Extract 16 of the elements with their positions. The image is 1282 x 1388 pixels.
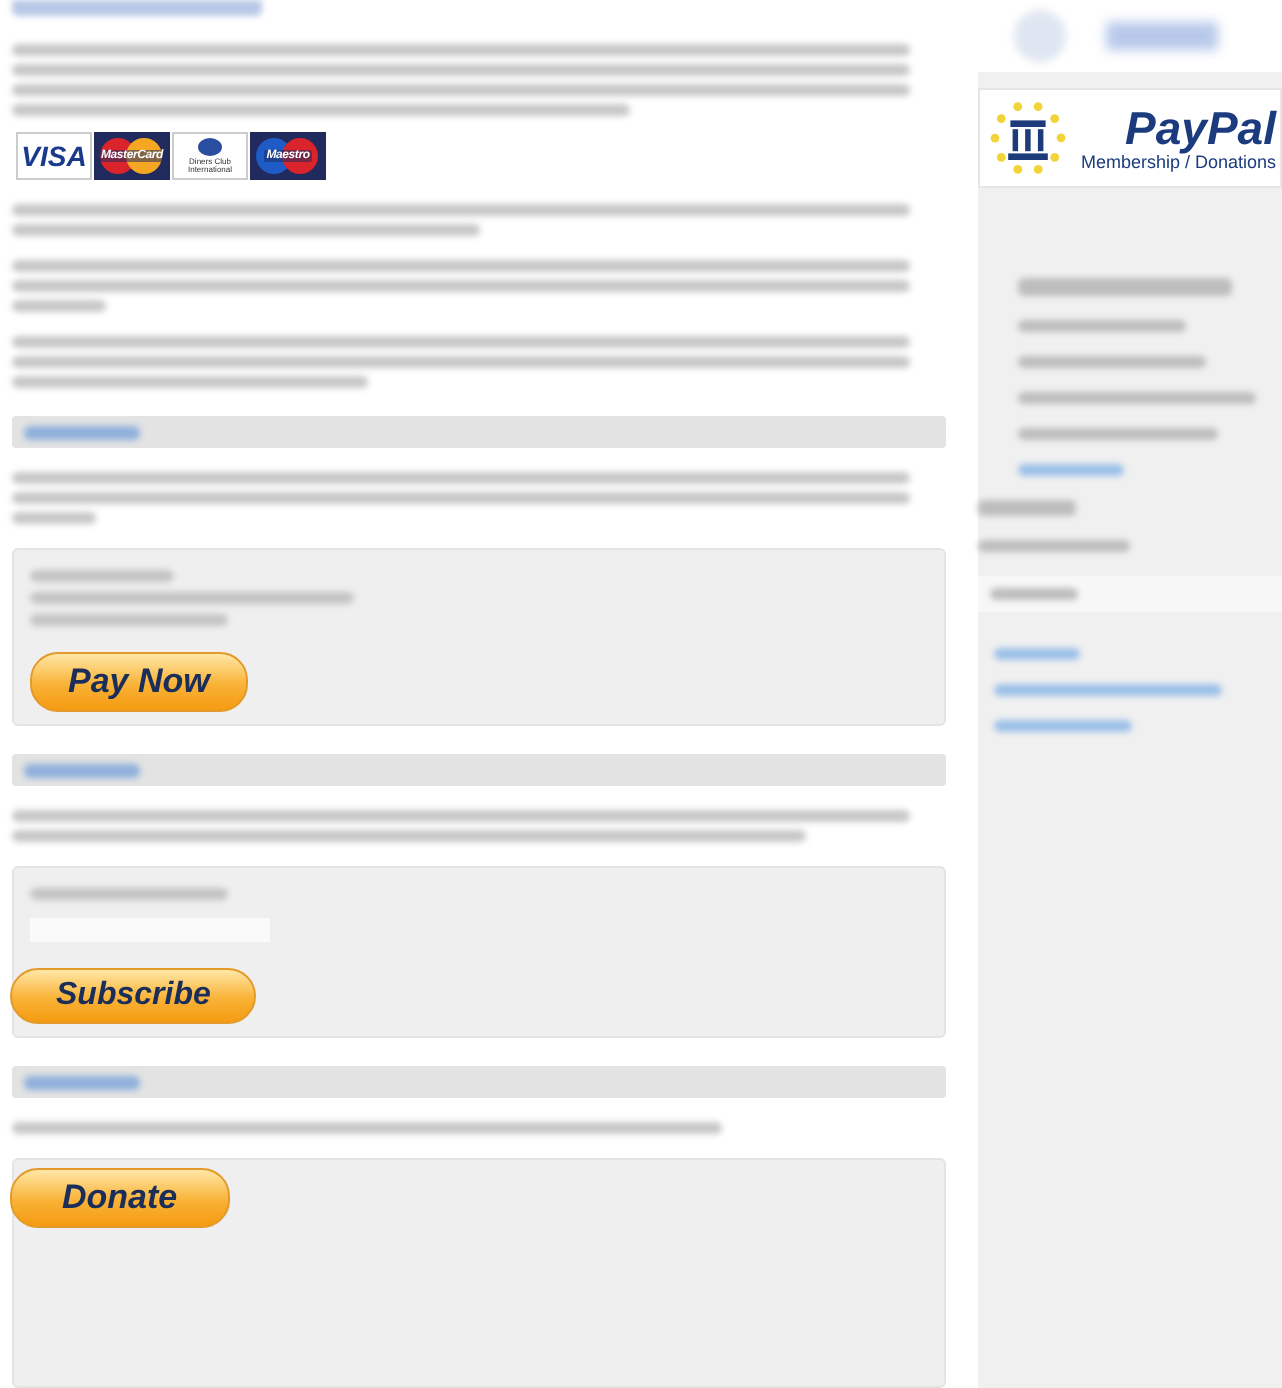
blurred-text <box>978 500 1076 516</box>
paypal-badge[interactable]: PayPal Membership / Donations <box>978 88 1282 188</box>
pay-now-button[interactable]: Pay Now <box>30 652 248 712</box>
badge-caption: Membership / Donations <box>1080 152 1276 172</box>
card-logo: VISA <box>16 132 92 180</box>
donate-button[interactable]: Donate <box>10 1168 230 1228</box>
blurred-link[interactable] <box>994 684 1223 696</box>
input-field[interactable] <box>978 576 1282 612</box>
blurred-link[interactable] <box>1018 464 1125 476</box>
blurred-text <box>12 512 97 524</box>
blurred-text <box>30 570 174 582</box>
brand-name: PayPal <box>1125 104 1276 152</box>
subscribe-button[interactable]: Subscribe <box>10 968 257 1024</box>
blurred-link[interactable] <box>994 720 1132 732</box>
blurred-link[interactable] <box>994 648 1080 660</box>
blurred-text <box>12 300 106 312</box>
